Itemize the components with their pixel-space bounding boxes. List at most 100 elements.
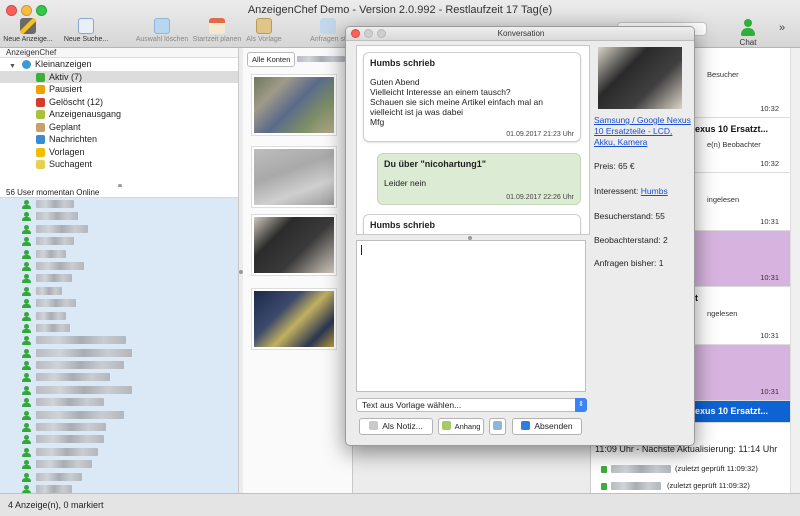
tree-item-suchagent[interactable]: Suchagent [0, 158, 238, 171]
message-text: Guten Abend Vielleicht Interesse an eine… [370, 77, 543, 127]
item-subtitle: e(n) Beobachter [707, 140, 761, 149]
schedule-start-label: Startzeit planen [192, 36, 242, 43]
template-select[interactable]: Text aus Vorlage wählen... ⇕ [356, 398, 587, 412]
user-row[interactable] [0, 334, 238, 346]
ad-image [254, 149, 334, 205]
delete-selection-button[interactable]: Auswahl löschen [134, 18, 190, 43]
user-row[interactable] [0, 272, 238, 284]
user-row[interactable] [0, 384, 238, 396]
calendar-icon [209, 18, 225, 34]
note-icon [369, 421, 379, 430]
redacted-username [36, 435, 104, 444]
dialog-close-button[interactable] [351, 29, 360, 38]
user-row[interactable] [0, 198, 238, 210]
reply-textarea[interactable] [356, 240, 586, 392]
status-text: 4 Anzeige(n), 0 markiert [8, 500, 104, 510]
product-info-panel: Samsung / Google Nexus 10 Ersatzteile - … [594, 45, 694, 435]
new-search-button[interactable]: Neue Suche... [58, 18, 114, 43]
user-row[interactable] [0, 471, 238, 483]
message-time: 01.09.2017 22:26 Uhr [506, 194, 574, 201]
user-row[interactable] [0, 396, 238, 408]
active-flag-icon [36, 72, 45, 82]
item-time: 10:32 [760, 104, 779, 113]
save-as-template-label: Als Vorlage [246, 36, 282, 43]
interested-user-link[interactable]: Humbs [641, 186, 668, 196]
message-time: 01.09.2017 21:23 Uhr [506, 131, 574, 138]
redacted-username [36, 274, 72, 283]
tree-item-geplant[interactable]: Geplant [0, 121, 238, 134]
last-checked-text: (zuletzt geprüft 11:09:32) [675, 464, 758, 473]
user-row[interactable] [0, 248, 238, 260]
ad-thumbnail[interactable] [251, 288, 337, 350]
list-scrollbar[interactable] [790, 48, 800, 493]
tree-root-kleinanzeigen[interactable]: ▼ Kleinanzeigen [0, 58, 238, 71]
message-author: Humbs schrieb [370, 220, 436, 230]
calendar-icon [36, 122, 45, 132]
ad-thumbnail-column: Alle Konten [239, 48, 353, 493]
user-row[interactable] [0, 322, 238, 334]
item-subtitle: ngelesen [707, 309, 738, 318]
dialog-minimize-button[interactable] [364, 29, 373, 38]
redacted-username [36, 311, 66, 320]
tree-item-label: Geplant [49, 121, 81, 132]
user-row[interactable] [0, 235, 238, 247]
tree-item-aktiv[interactable]: Aktiv (7) [0, 70, 238, 83]
redacted-username [36, 336, 126, 345]
dialog-zoom-button[interactable] [377, 29, 386, 38]
user-row[interactable] [0, 223, 238, 235]
tree-item-geloescht[interactable]: Gelöscht (12) [0, 96, 238, 109]
user-row[interactable] [0, 433, 238, 445]
tree-item-nachrichten[interactable]: Nachrichten [0, 133, 238, 146]
chat-button[interactable]: Chat [730, 19, 766, 47]
user-row[interactable] [0, 347, 238, 359]
template-select-value: Text aus Vorlage wählen... [362, 400, 462, 410]
tree-item-label: Vorlagen [49, 146, 85, 157]
window-title: AnzeigenChef Demo - Version 2.0.992 - Re… [247, 4, 553, 16]
user-row[interactable] [0, 458, 238, 470]
new-ad-button[interactable]: Neue Anzeige... [0, 18, 56, 43]
delete-button[interactable] [489, 418, 506, 435]
user-row[interactable] [0, 359, 238, 371]
tree-item-anzeigenausgang[interactable]: Anzeigenausgang [0, 108, 238, 121]
text-cursor [361, 245, 362, 255]
user-row[interactable] [0, 260, 238, 272]
save-as-template-button[interactable]: Als Vorlage [236, 18, 292, 43]
item-time: 10:31 [760, 387, 779, 396]
splitter-handle[interactable] [239, 270, 243, 274]
tree-item-vorlagen[interactable]: Vorlagen [0, 146, 238, 159]
send-button[interactable]: Absenden [512, 418, 582, 435]
user-icon [22, 261, 31, 271]
user-icon [22, 484, 31, 493]
save-as-note-button[interactable]: Als Notiz... [359, 418, 433, 435]
message-thread[interactable]: Humbs schrieb Guten Abend Vielleicht Int… [356, 45, 590, 235]
user-row[interactable] [0, 297, 238, 309]
user-row[interactable] [0, 210, 238, 222]
product-image [598, 47, 682, 109]
user-row[interactable] [0, 409, 238, 421]
user-row[interactable] [0, 446, 238, 458]
message-text: Leider nein [384, 178, 427, 188]
all-accounts-button[interactable]: Alle Konten [247, 52, 296, 67]
redacted-username [36, 361, 124, 370]
ad-image [254, 77, 334, 133]
dialog-title: Konversation [346, 27, 694, 41]
incoming-message: Humbs schrieb Guten Abend Vielleicht Int… [363, 52, 581, 142]
outbox-icon [36, 110, 45, 119]
ad-thumbnail[interactable] [251, 146, 337, 208]
user-row[interactable] [0, 285, 238, 297]
paused-flag-icon [36, 85, 45, 94]
tree-item-pausiert[interactable]: Pausiert [0, 83, 238, 96]
redacted-username [36, 348, 132, 357]
user-row[interactable] [0, 310, 238, 322]
user-icon [22, 398, 31, 408]
user-row[interactable] [0, 421, 238, 433]
ad-thumbnail[interactable] [251, 214, 337, 276]
user-row[interactable] [0, 483, 238, 493]
redacted-username [36, 299, 76, 308]
toolbar-overflow-button[interactable]: » [779, 22, 785, 34]
user-row[interactable] [0, 371, 238, 383]
send-label: Absenden [534, 421, 573, 431]
attachment-button[interactable]: Anhang [438, 418, 484, 435]
product-link[interactable]: Samsung / Google Nexus 10 Ersatzteile - … [594, 115, 692, 148]
ad-thumbnail[interactable] [251, 74, 337, 136]
